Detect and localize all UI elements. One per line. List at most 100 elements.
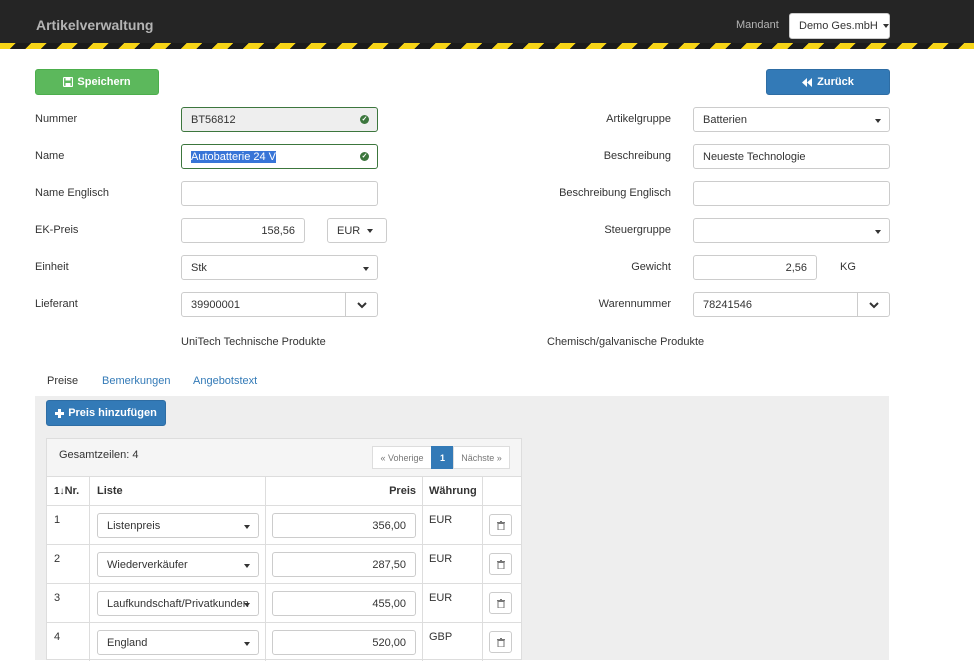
warennummer-field[interactable]: 78241546 (693, 292, 890, 317)
row-nr: 3 (54, 592, 61, 604)
hazard-stripe (0, 43, 974, 49)
row-nr: 2 (54, 553, 61, 565)
gewicht-value: 2,56 (785, 262, 807, 274)
column-header-nr[interactable]: 1↓ Nr. (54, 485, 79, 497)
liste-value: Listenpreis (107, 520, 161, 532)
waehrung-value: EUR (429, 592, 453, 604)
back-icon (802, 77, 813, 87)
waehrung-value: GBP (429, 631, 453, 643)
delete-row-button[interactable] (489, 514, 512, 536)
lieferant-label: Lieferant (35, 298, 78, 310)
beschreibung-field[interactable]: Neueste Technologie (693, 144, 890, 169)
warennummer-value: 78241546 (703, 299, 752, 311)
einheit-label: Einheit (35, 261, 69, 273)
row-nr: 4 (54, 631, 61, 643)
preis-field[interactable]: 287,50 (272, 552, 416, 577)
tab-bemerkungen[interactable]: Bemerkungen (102, 375, 171, 387)
einheit-select[interactable]: Stk (181, 255, 378, 280)
delete-row-button[interactable] (489, 631, 512, 653)
table-row: 3 Laufkundschaft/Privatkunden 455,00 EUR (47, 584, 521, 622)
tab-angebotstext[interactable]: Angebotstext (193, 375, 257, 387)
currency-select[interactable]: EUR (327, 218, 387, 243)
warennummer-label: Warennummer (598, 298, 671, 310)
caret-down-icon (244, 603, 250, 607)
caret-down-icon (875, 119, 881, 123)
lieferant-dropdown-button[interactable] (345, 293, 377, 316)
liste-value: Laufkundschaft/Privatkunden (107, 598, 249, 610)
caret-down-icon (367, 229, 374, 234)
preis-field[interactable]: 455,00 (272, 591, 416, 616)
mandant-value: Demo Ges.mbH (799, 20, 878, 32)
artikelgruppe-value: Batterien (703, 114, 748, 126)
liste-value: Wiederverkäufer (107, 559, 188, 571)
app-title: Artikelverwaltung (36, 17, 154, 33)
name-field[interactable]: Autobatterie 24 V ✓ (181, 144, 378, 169)
einheit-value: Stk (191, 262, 207, 274)
table-row: 2 Wiederverkäufer 287,50 EUR (47, 545, 521, 583)
steuergruppe-select[interactable] (693, 218, 890, 243)
currency-value: EUR (337, 225, 361, 237)
save-button-label: Speichern (77, 76, 131, 88)
beschreibung-en-label: Beschreibung Englisch (559, 187, 671, 199)
gewicht-field[interactable]: 2,56 (693, 255, 817, 280)
delete-row-button[interactable] (489, 592, 512, 614)
preis-value: 520,00 (372, 637, 406, 649)
table-row: 4 England 520,00 GBP (47, 623, 521, 660)
mandant-select[interactable]: Demo Ges.mbH (789, 13, 890, 39)
waehrung-value: EUR (429, 514, 453, 526)
prices-panel: Gesamtzeilen: 4 « Voherige 1 Nächste » 1… (46, 438, 522, 661)
name-en-field[interactable] (181, 181, 378, 206)
check-icon: ✓ (360, 115, 369, 124)
trash-icon (496, 598, 505, 608)
pagination-page-1[interactable]: 1 (431, 446, 454, 469)
lieferant-field[interactable]: 39900001 (181, 292, 378, 317)
warennummer-description: Chemisch/galvanische Produkte (547, 336, 705, 348)
beschreibung-label: Beschreibung (603, 150, 671, 162)
artikelgruppe-select[interactable]: Batterien (693, 107, 890, 132)
artikelgruppe-label: Artikelgruppe (606, 113, 671, 125)
liste-select[interactable]: Wiederverkäufer (97, 552, 259, 577)
caret-down-icon (882, 24, 889, 29)
check-icon: ✓ (360, 152, 369, 161)
column-header-nr-label: Nr. (64, 485, 80, 497)
gewicht-label: Gewicht (631, 261, 671, 273)
ek-preis-label: EK-Preis (35, 224, 79, 236)
back-button-label: Zurück (817, 76, 854, 88)
liste-select[interactable]: England (97, 630, 259, 655)
ek-preis-field[interactable]: 158,56 (181, 218, 305, 243)
mandant-label: Mandant (736, 19, 779, 31)
preis-value: 356,00 (372, 520, 406, 532)
warennummer-dropdown-button[interactable] (857, 293, 889, 316)
add-price-label: Preis hinzufügen (68, 407, 157, 419)
save-button[interactable]: Speichern (35, 69, 159, 95)
liste-select[interactable]: Listenpreis (97, 513, 259, 538)
lieferant-value: 39900001 (191, 299, 240, 311)
gewicht-unit: KG (840, 261, 856, 273)
sort-icon: 1↓ (54, 485, 65, 497)
preis-field[interactable]: 520,00 (272, 630, 416, 655)
chevron-down-icon (868, 302, 879, 309)
total-rows: Gesamtzeilen: 4 (59, 449, 139, 461)
pagination-prev[interactable]: « Voherige (372, 446, 432, 469)
chevron-down-icon (356, 302, 367, 309)
caret-down-icon (244, 564, 250, 568)
nummer-value: BT56812 (191, 114, 236, 126)
ek-preis-value: 158,56 (261, 225, 295, 237)
delete-row-button[interactable] (489, 553, 512, 575)
liste-value: England (107, 637, 148, 649)
beschreibung-en-field[interactable] (693, 181, 890, 206)
plus-icon (55, 408, 65, 418)
back-button[interactable]: Zurück (766, 69, 890, 95)
lieferant-description: UniTech Technische Produkte (181, 336, 326, 348)
add-price-button[interactable]: Preis hinzufügen (46, 400, 166, 426)
name-value: Autobatterie 24 V (191, 151, 277, 163)
tab-preise[interactable]: Preise (47, 375, 78, 387)
save-icon (63, 77, 74, 87)
pagination-next[interactable]: Nächste » (453, 446, 510, 469)
preis-field[interactable]: 356,00 (272, 513, 416, 538)
nummer-field[interactable]: BT56812 ✓ (181, 107, 378, 132)
liste-select[interactable]: Laufkundschaft/Privatkunden (97, 591, 259, 616)
waehrung-value: EUR (429, 553, 453, 565)
preis-value: 287,50 (372, 559, 406, 571)
steuergruppe-label: Steuergruppe (604, 224, 671, 236)
